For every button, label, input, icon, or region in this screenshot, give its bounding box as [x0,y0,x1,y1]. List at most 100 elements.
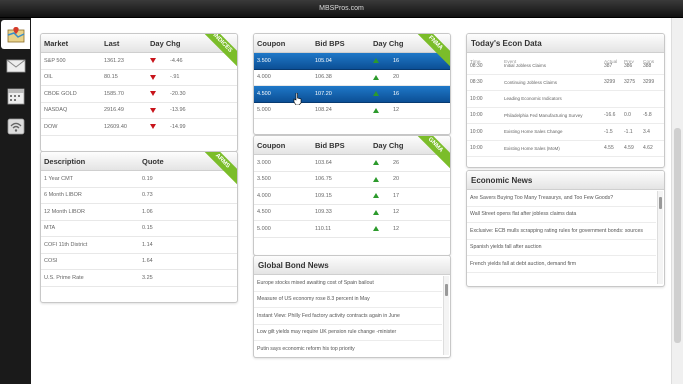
table-row[interactable]: 5.000 110.11 12 [254,221,450,238]
page-scrollbar[interactable] [671,18,683,384]
news-link[interactable]: Wall Street opens flat after jobless cla… [467,207,656,223]
econ-prev: -1.1 [624,128,633,135]
table-row[interactable]: 4.500 109.33 12 [254,205,450,221]
change-direction [370,160,390,166]
table-row[interactable]: 6 Month LIBOR 0.73 [41,188,237,204]
news-link[interactable]: Spanish yields fall after auction [467,240,656,256]
table-row[interactable]: 10:00 Leading Economic Indicators [467,91,664,108]
econ-actual: -16.6 [604,112,616,119]
news-link[interactable]: Instant View: Philly Fed factory activit… [254,308,442,325]
arm-quote: 0.15 [142,225,153,232]
change-direction [370,74,390,80]
sidebar-item-calendar[interactable] [1,81,30,110]
bid-bps-value: 110.11 [315,225,332,232]
table-row[interactable]: DOW 12609.40 -14.99 [41,119,237,136]
economic-news-panel: Economic News Are Savers Buying Too Many… [466,170,665,287]
market-change: -.91 [170,74,180,81]
news-link[interactable]: Are Savers Buying Too Many Treasurys, an… [467,190,656,207]
market-change: -20.30 [170,90,186,97]
market-name: S&P 500 [44,57,66,64]
table-row[interactable]: 3.000 103.64 26 [254,155,450,172]
sidebar-item-mail[interactable] [1,51,30,80]
table-row[interactable]: 10:00 Philadelphia Fed Manufacturing Surv… [467,108,664,124]
economic-news-scroll-thumb[interactable] [659,197,662,209]
table-row[interactable]: OIL 80.15 -.91 [41,70,237,86]
table-row[interactable]: 10:00 Existing Home Sales Change -1.5 -1.1 3… [467,124,664,141]
coupon-value: 3.500 [257,176,271,183]
econ-cons: -5.8 [643,112,652,119]
table-row[interactable]: COFI 11th District 1.14 [41,237,237,254]
news-link[interactable]: Putin says economic reform his top prior… [254,341,442,357]
bid-bps-value: 109.33 [315,209,332,216]
market-last: 12609.40 [104,123,127,130]
day-change-value: 12 [393,107,400,114]
calendar-icon [7,88,24,104]
arrow-up-icon [373,209,379,215]
arrow-down-icon [150,91,156,97]
news-link[interactable]: Europe stocks mixed awaiting cost of Spa… [254,275,442,292]
arrow-up-icon [373,107,379,113]
arrow-up-icon [373,58,379,64]
market-name: NASDAQ [44,107,68,114]
col-bid-bps: Bid BPS [315,38,345,48]
coupon-value: 3.000 [257,159,271,166]
table-row[interactable]: CBOE GOLD 1585.70 -20.30 [41,86,237,103]
table-row[interactable]: 5.000 108.24 12 [254,103,450,119]
table-row[interactable]: COSI 1.64 [41,254,237,270]
arms-header: Description Quote ARMS [41,152,237,187]
bid-bps-value: 103.64 [315,159,332,166]
economic-news-scrollbar[interactable] [657,191,663,284]
global-news-scroll-thumb[interactable] [445,284,448,296]
sidebar-item-wifi[interactable] [1,111,30,140]
table-row[interactable]: 08:30 Continuing Jobless Claims 3299 3275 32… [467,75,664,91]
table-row[interactable]: NASDAQ 2916.49 -13.96 [41,103,237,119]
table-row[interactable]: 4.500 107.20 16 [254,86,450,103]
table-row[interactable]: 4.000 109.15 17 [254,188,450,205]
gnma-panel: Coupon Bid BPS Day Chg GNMA 3.000 103.64 2… [253,135,451,256]
arm-description: COSI [44,258,58,265]
col-day-chg: Day Chg [373,140,404,150]
col-quote: Quote [142,156,164,166]
sidebar-item-map[interactable] [1,20,30,49]
econ-event: Continuing Jobless Claims [504,79,558,85]
arm-description: 1 Year CMT [44,175,74,182]
arrow-down-icon [150,124,156,130]
day-change-value: 20 [393,74,400,81]
gnma-rows: 3.000 103.64 26 3.500 106.75 20 4.000 109.15 17 4… [254,155,450,238]
col-day-chg: Day Chg [373,38,404,48]
table-row[interactable]: 4.000 106.38 20 [254,70,450,86]
table-row[interactable]: 12 Month LIBOR 1.06 [41,204,237,221]
arm-description: MTA [44,225,56,232]
arm-description: 6 Month LIBOR [44,192,82,199]
table-row[interactable]: 3.500 106.75 20 [254,172,450,188]
bid-bps-value: 106.38 [315,74,332,81]
econ-cons: 4.62 [643,145,653,152]
econ-event: Existing Home Sales Change [504,129,563,135]
econ-prev: 386 [624,62,633,69]
col-bid-bps: Bid BPS [315,140,345,150]
table-row[interactable]: U.S. Prime Rate 3.25 [41,270,237,287]
econ-cons: 3299 [643,79,655,86]
day-change-value: 26 [393,159,400,166]
arm-quote: 0.19 [142,175,153,182]
arrow-up-icon [373,226,379,232]
fnma-panel: Coupon Bid BPS Day Chg FNMA 3.500 105.04 1… [253,33,451,135]
news-link[interactable]: French yields fall at debt auction, dema… [467,256,656,273]
page-scroll-thumb[interactable] [674,128,681,343]
econ-data-rows: 08:30 Initial Jobless Claims 387 386 388 08:3… [467,58,664,157]
arrow-down-icon [150,58,156,64]
arrow-up-icon [373,91,379,97]
table-row[interactable]: 1 Year CMT 0.19 [41,171,237,188]
economic-news-title: Economic News [471,175,533,185]
window-title: MBSPros.com [319,5,364,12]
table-row[interactable]: 10:00 Existing Home Sales (MoM) 4.55 4.59 4.… [467,141,664,157]
news-link[interactable]: Exclusive: ECB mulls scrapping rating ru… [467,223,656,240]
table-row[interactable]: MTA 0.15 [41,221,237,237]
news-link[interactable]: Low gilt yields may require UK pension r… [254,325,442,341]
table-row[interactable]: 3.500 105.04 16 [254,53,450,70]
table-row[interactable]: S&P 500 1361.23 -4.46 [41,53,237,70]
global-news-scrollbar[interactable] [443,276,449,355]
news-link[interactable]: Measure of US economy rose 8.3 percent i… [254,292,442,308]
coupon-value: 4.000 [257,192,271,199]
bid-bps-value: 105.04 [315,57,332,64]
